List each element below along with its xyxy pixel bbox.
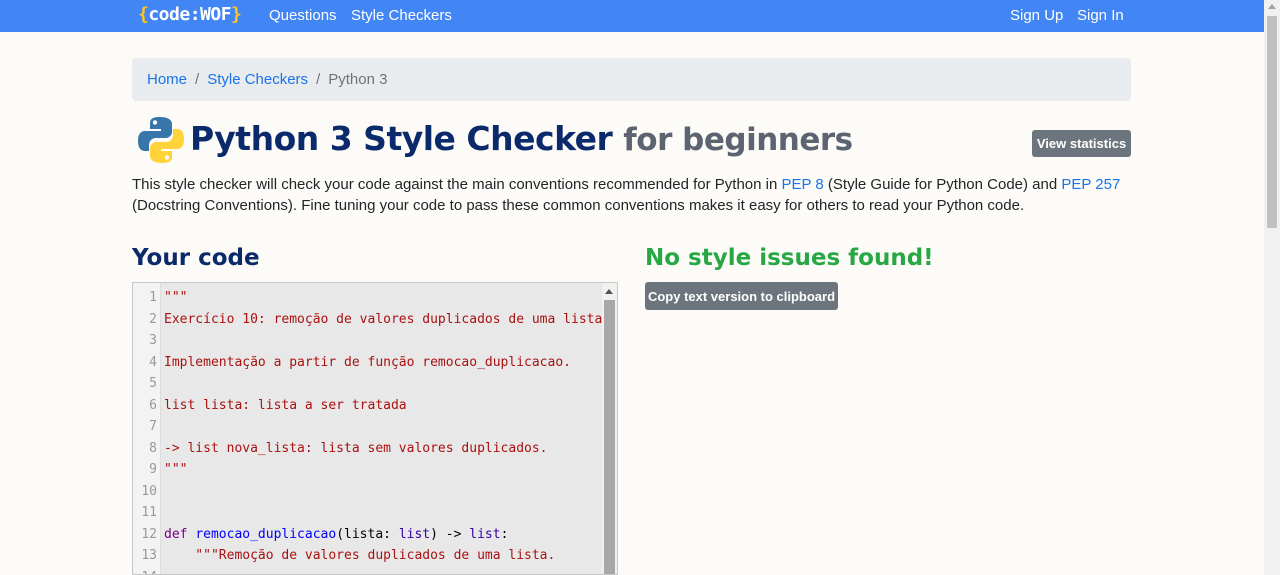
breadcrumb-current: Python 3 [328, 71, 388, 88]
breadcrumb-home[interactable]: Home [147, 71, 187, 88]
breadcrumb: Home / Style Checkers / Python 3 [132, 58, 1131, 101]
pep8-link[interactable]: PEP 8 [781, 176, 823, 193]
code-text: Exercício 10: remoção de valores duplica… [164, 311, 603, 327]
nav-sign-up[interactable]: Sign Up [1010, 7, 1063, 24]
pep257-link[interactable]: PEP 257 [1061, 176, 1120, 193]
code-line: 4 Implementação a partir de função remoca… [133, 352, 603, 374]
code-editor[interactable]: 1 """ 2 Exercício 10: remoção de valores d… [132, 282, 618, 575]
line-number: 11 [141, 505, 157, 520]
line-number: 13 [141, 548, 157, 563]
code-line: 7 [133, 416, 603, 438]
line-number: 6 [149, 397, 157, 413]
code-text: Implementação a partir de função remocao… [164, 354, 571, 370]
code-line: 3 [133, 330, 603, 352]
code-punct: ) -> [430, 526, 470, 542]
code-line: 11 [133, 502, 603, 524]
view-statistics-button[interactable]: View statistics [1032, 130, 1131, 157]
code-text: -> list nova_lista: lista sem valores du… [164, 440, 548, 456]
code-text: """ [164, 462, 188, 477]
result-heading: No style issues found! [645, 245, 934, 271]
intro-paragraph: This style checker will check your code … [132, 174, 1132, 216]
code-keyword: def [164, 526, 188, 542]
code-text: """Remoção de valores duplicados de uma … [164, 548, 556, 563]
page-title: Python 3 Style Checker for beginners [190, 119, 853, 158]
breadcrumb-separator: / [316, 71, 321, 88]
line-number: 5 [149, 376, 157, 391]
python-logo-icon [138, 117, 184, 163]
nav-style-checkers[interactable]: Style Checkers [351, 7, 452, 24]
code-line: 14 [133, 567, 603, 575]
code-builtin: list [398, 526, 431, 542]
nav-sign-in[interactable]: Sign In [1077, 7, 1124, 24]
page-scrollbar[interactable] [1264, 0, 1280, 575]
code-line: 5 [133, 373, 603, 395]
line-number: 12 [141, 526, 157, 542]
page-scroll-thumb[interactable] [1267, 16, 1277, 228]
brand-brace-open: { [138, 4, 149, 25]
code-line: 1 """ [133, 287, 603, 309]
top-navbar: {code:WOF} Questions Style Checkers Sign… [0, 0, 1264, 32]
editor-scrollbar[interactable] [602, 283, 617, 574]
code-line: 8 -> list nova_lista: lista sem valores d… [133, 438, 603, 460]
line-number: 2 [149, 311, 157, 327]
line-number: 8 [149, 440, 157, 456]
line-number: 10 [141, 483, 157, 499]
title-main: Python 3 Style Checker [190, 119, 613, 158]
code-punct: : [500, 526, 509, 542]
copy-to-clipboard-button[interactable]: Copy text version to clipboard [645, 282, 838, 310]
scroll-up-arrow-icon[interactable] [1268, 4, 1276, 9]
brand-logo[interactable]: {code:WOF} [138, 4, 242, 25]
code-builtin: list [469, 526, 501, 542]
editor-scroll-thumb[interactable] [604, 300, 615, 574]
brand-text: code:WOF [148, 4, 232, 25]
nav-questions[interactable]: Questions [269, 7, 337, 24]
brand-brace-close: } [231, 4, 242, 25]
title-subtitle: for beginners [623, 122, 853, 158]
code-function-name: remocao_duplicacao [195, 526, 337, 542]
code-text: list lista: lista a ser tratada [164, 397, 407, 413]
line-number: 14 [133, 567, 157, 575]
code-line: 2 Exercício 10: remoção de valores duplic… [133, 309, 603, 331]
intro-text-1: This style checker will check your code … [132, 176, 782, 193]
code-line: 6 list lista: lista a ser tratada [133, 395, 603, 417]
line-number: 3 [149, 333, 157, 348]
line-number: 7 [149, 419, 157, 434]
code-line: 13 """Remoção de valores duplicados de u… [133, 545, 603, 567]
code-text: """ [164, 290, 188, 305]
code-line: 10 [133, 481, 603, 503]
breadcrumb-separator: / [195, 71, 200, 88]
code-punct: (lista: [336, 526, 399, 542]
your-code-heading: Your code [132, 245, 260, 271]
intro-text-3: (Docstring Conventions). Fine tuning you… [132, 197, 1025, 214]
intro-text-2: (Style Guide for Python Code) and [823, 176, 1062, 193]
line-number: 1 [149, 290, 157, 305]
editor-scroll-up-icon[interactable] [605, 289, 613, 294]
code-line: 12 def remocao_duplicacao(lista: list) ->… [133, 524, 603, 546]
code-line: 9 """ [133, 459, 603, 481]
line-number: 9 [149, 462, 157, 477]
line-number: 4 [149, 354, 157, 370]
breadcrumb-style-checkers[interactable]: Style Checkers [207, 71, 308, 88]
